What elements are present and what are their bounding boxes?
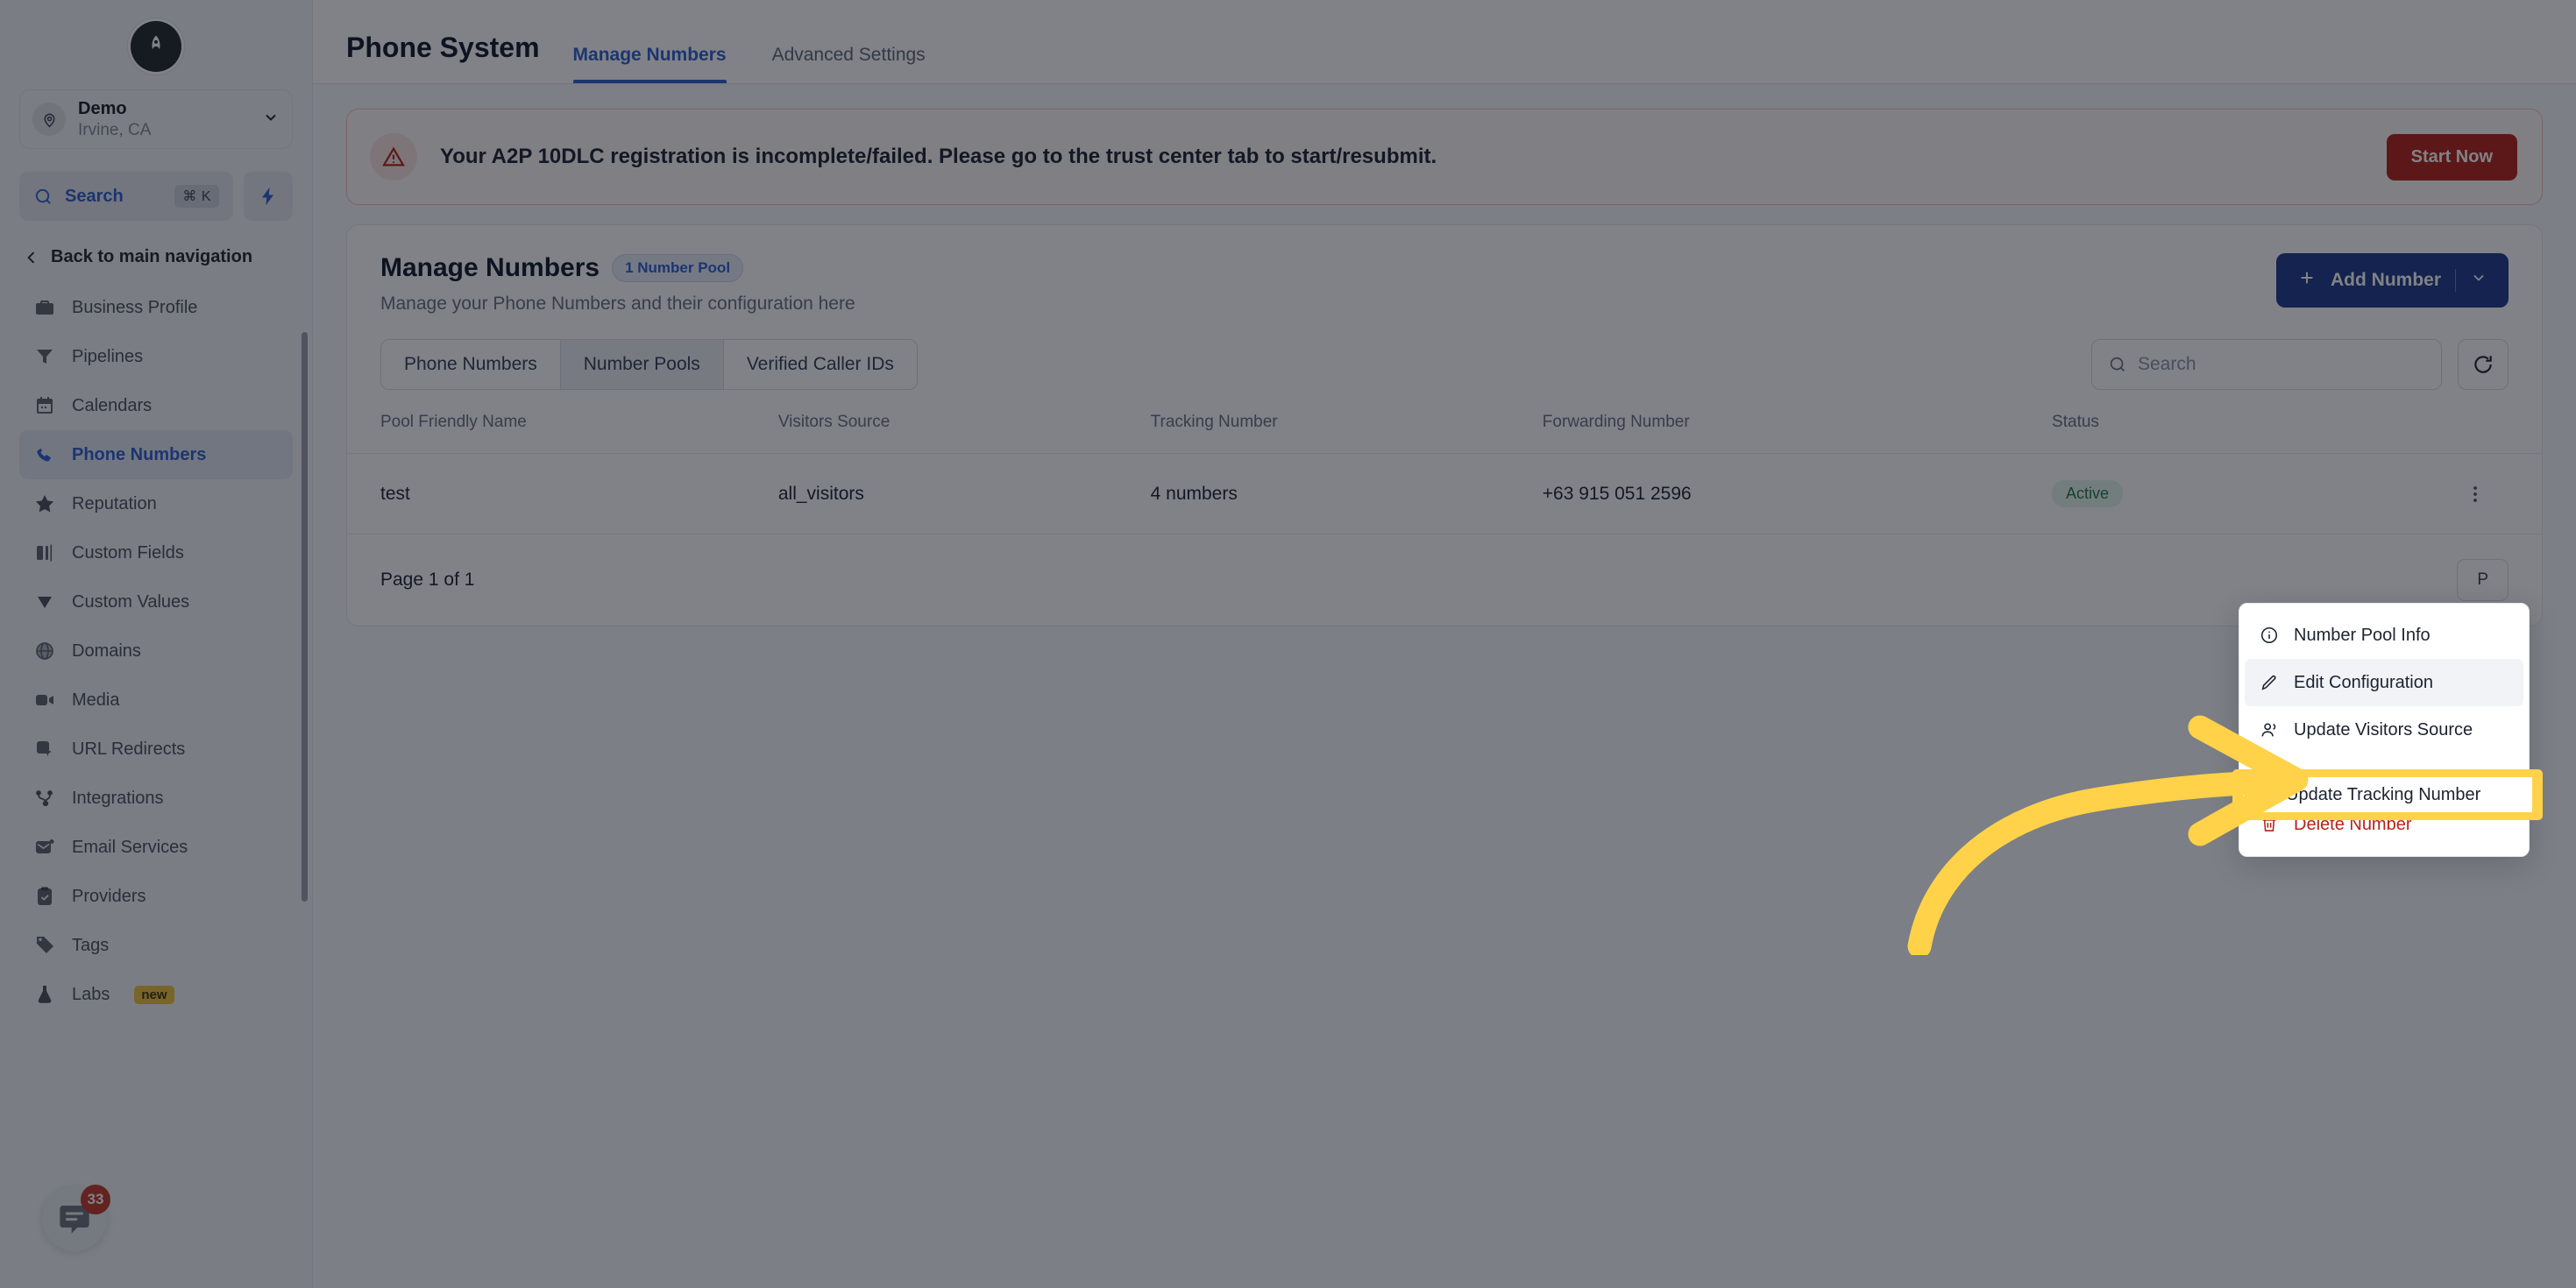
modal-scrim[interactable] (0, 0, 2576, 1288)
menu-item-label: Edit Configuration (2294, 672, 2433, 692)
menu-item-label: Number Pool Info (2294, 625, 2431, 645)
pencil-icon (2259, 673, 2280, 692)
info-circle-icon (2259, 626, 2280, 645)
curved-arrow-right-icon (1907, 715, 2309, 955)
menu-item-number-pool-info[interactable]: Number Pool Info (2245, 612, 2523, 659)
